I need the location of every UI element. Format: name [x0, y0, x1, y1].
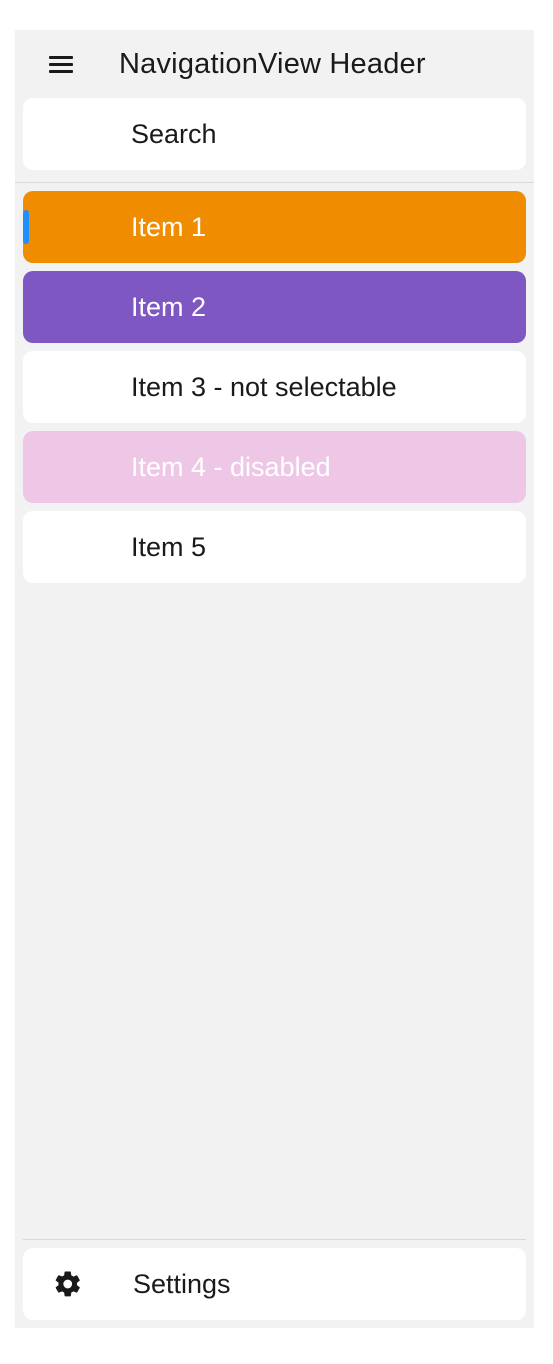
navigation-view: NavigationView Header Item 1 Item 2 Item 3… — [15, 30, 534, 1328]
nav-header: NavigationView Header — [15, 30, 534, 98]
nav-item-4: Item 4 - disabled — [23, 431, 526, 503]
nav-item-label: Item 4 - disabled — [131, 452, 331, 483]
nav-item-label: Item 1 — [131, 212, 206, 243]
selection-indicator — [23, 530, 29, 564]
selection-indicator — [23, 450, 29, 484]
nav-header-title: NavigationView Header — [119, 48, 426, 81]
gear-icon — [53, 1269, 83, 1299]
nav-item-3: Item 3 - not selectable — [23, 351, 526, 423]
selection-indicator — [23, 290, 29, 324]
nav-item-label: Item 3 - not selectable — [131, 372, 397, 403]
nav-item-label: Item 2 — [131, 292, 206, 323]
nav-item-label: Item 5 — [131, 532, 206, 563]
separator — [23, 1239, 526, 1240]
selection-indicator — [23, 210, 29, 244]
search-input[interactable] — [23, 98, 526, 170]
settings-label: Settings — [133, 1269, 231, 1300]
nav-item-list: Item 1 Item 2 Item 3 - not selectable Item … — [15, 183, 534, 1239]
search-container — [15, 98, 534, 182]
nav-footer: Settings — [15, 1239, 534, 1328]
hamburger-icon[interactable] — [49, 50, 77, 78]
selection-indicator — [23, 370, 29, 404]
settings-item[interactable]: Settings — [23, 1248, 526, 1320]
nav-item-1[interactable]: Item 1 — [23, 191, 526, 263]
nav-item-5[interactable]: Item 5 — [23, 511, 526, 583]
nav-item-2[interactable]: Item 2 — [23, 271, 526, 343]
